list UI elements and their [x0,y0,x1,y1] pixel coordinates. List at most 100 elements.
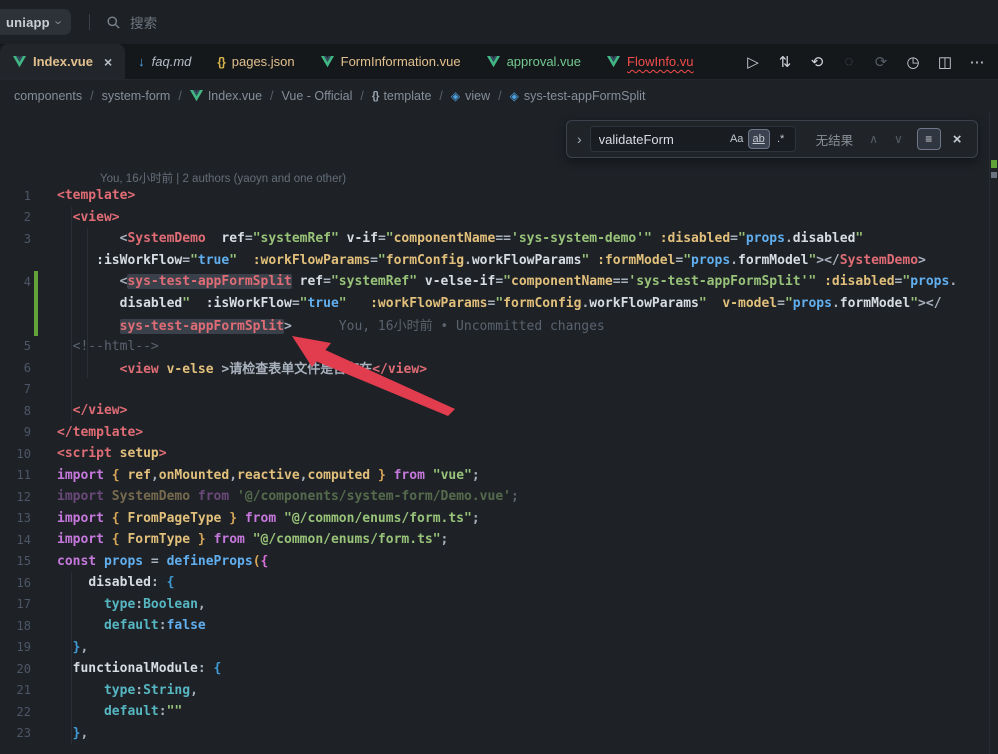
code-line-22[interactable]: 22 default:"" [0,701,990,723]
editor-pane[interactable]: You, 16小时前 | 2 authors (yaoyn and one ot… [0,112,990,754]
code-text: <sys-test-appFormSplit ref="systemRef" v… [57,274,957,289]
code-line-8[interactable]: 8 </view> [0,400,990,422]
breadcrumb-item-Index.vue[interactable]: Index.vue [190,89,262,103]
breadcrumb-item-template[interactable]: {}template [372,89,432,103]
code-line-16[interactable]: 16 disabled: { [0,572,990,594]
code-line-19[interactable]: 19 }, [0,637,990,659]
code-area: 1<template>2 <view>3 <SystemDemo ref="sy… [0,185,990,744]
breadcrumb-separator: / [178,89,181,103]
code-text: import SystemDemo from '@/components/sys… [57,489,519,504]
search-placeholder: 搜索 [130,12,157,32]
editor-actions: ▷ ⇅ ⟲ ◌ ⟳ ◷ ◫ ⋯ [742,44,998,79]
split-editor-icon[interactable]: ◫ [934,51,956,73]
tab-pages.json[interactable]: {}pages.json [204,44,307,79]
code-text: import { ref,onMounted,reactive,computed… [57,468,480,483]
code-line-17[interactable]: 17 type:Boolean, [0,594,990,616]
line-number: 15 [0,554,31,568]
breadcrumb-separator: / [439,89,442,103]
vue-icon [190,90,203,102]
line-number: 10 [0,447,31,461]
breadcrumb-separator: / [270,89,273,103]
more-actions-icon[interactable]: ⋯ [966,51,988,73]
code-line-4[interactable]: 4 <sys-test-appFormSplit ref="systemRef"… [0,271,990,293]
find-close-button[interactable]: × [953,131,962,148]
code-line-21[interactable]: 21 type:String, [0,680,990,702]
vscode-window: uniapp › 搜索 Index.vue×↓faq.md{}pages.jso… [0,0,998,754]
code-line-7[interactable]: 7 [0,379,990,401]
code-line-23[interactable]: 23 }, [0,723,990,745]
code-line-11[interactable]: 11 import { ref,onMounted,reactive,comput… [0,465,990,487]
git-compare-icon[interactable]: ⇅ [774,51,796,73]
run-back-icon[interactable]: ⟲ [806,51,828,73]
markdown-icon: ↓ [138,54,145,69]
breadcrumb-item-system-form[interactable]: system-form [102,89,171,103]
breadcrumb-item-sys-test-appFormSplit[interactable]: ◈sys-test-appFormSplit [510,89,646,103]
find-input[interactable] [599,132,726,147]
ruler-highlight-mark [991,172,997,178]
breadcrumb-label: components [14,89,82,103]
match-case-toggle[interactable]: Aa [726,129,748,149]
code-line-13[interactable]: 13import { FromPageType } from "@/common… [0,508,990,530]
git-blame-annotation: You, 16小时前 | 2 authors (yaoyn and one ot… [100,170,346,186]
breakpoint-circle-icon[interactable]: ◌ [838,51,860,73]
app-menu-button[interactable]: uniapp › [0,9,71,35]
breadcrumb-label: view [465,89,490,103]
vue-icon [487,56,500,68]
code-line-10[interactable]: 10<script setup> [0,443,990,465]
code-text: :isWorkFlow="true" :workFlowParams="form… [57,253,926,268]
code-line-12[interactable]: 12 import SystemDemo from '@/components/s… [0,486,990,508]
regex-toggle[interactable]: .* [770,129,792,149]
code-line-wrap[interactable]: :isWorkFlow="true" :workFlowParams="form… [0,250,990,272]
breadcrumb-item-components[interactable]: components [14,89,82,103]
line-number: 22 [0,705,31,719]
breadcrumb-item-Vue - Official[interactable]: Vue - Official [282,89,353,103]
whole-word-toggle[interactable]: ab [748,129,770,149]
find-previous-button[interactable]: ∧ [869,132,878,146]
code-text: const props = defineProps({ [57,554,268,569]
code-text: </template> [57,425,143,440]
tab-Index.vue[interactable]: Index.vue× [0,44,125,79]
code-text: type:Boolean, [57,597,206,612]
line-number: 11 [0,468,31,482]
code-line-1[interactable]: 1<template> [0,185,990,207]
code-line-2[interactable]: 2 <view> [0,207,990,229]
find-next-button[interactable]: ∨ [894,132,903,146]
code-text: import { FromPageType } from "@/common/e… [57,511,480,526]
breadcrumb-item-view[interactable]: ◈view [451,89,490,103]
tab-FlowInfo.vu[interactable]: FlowInfo.vu [594,44,706,79]
code-line-14[interactable]: 14import { FormType } from "@/common/enu… [0,529,990,551]
code-line-9[interactable]: 9</template> [0,422,990,444]
close-icon[interactable]: × [104,54,112,70]
code-text: <SystemDemo ref="systemRef" v-if="compon… [57,231,863,246]
timeline-icon[interactable]: ◷ [902,51,924,73]
indent-guide [71,572,72,744]
tab-approval.vue[interactable]: approval.vue [474,44,594,79]
breadcrumb-label: system-form [102,89,171,103]
symbol-element-icon: ◈ [510,89,519,103]
tab-bar: Index.vue×↓faq.md{}pages.jsonFormInforma… [0,44,998,80]
line-number: 12 [0,490,31,504]
code-line-20[interactable]: 20 functionalModule: { [0,658,990,680]
titlebar-search[interactable]: 搜索 [106,12,157,32]
tab-FormInformation.vue[interactable]: FormInformation.vue [308,44,474,79]
code-line-6[interactable]: 6 <view v-else >请检查表单文件是否存在</view> [0,357,990,379]
vue-icon [13,56,26,68]
find-input-box: Aa ab .* [590,126,796,152]
expand-replace-chevron-icon[interactable]: › [577,131,582,147]
git-modified-gutter-bar [34,293,38,315]
line-number: 20 [0,662,31,676]
code-line-15[interactable]: 15 const props = defineProps({ [0,551,990,573]
code-line-5[interactable]: 5 <!--html--> [0,336,990,358]
breadcrumb-label: Index.vue [208,89,262,103]
tab-faq.md[interactable]: ↓faq.md [125,44,204,79]
code-line-3[interactable]: 3 <SystemDemo ref="systemRef" v-if="comp… [0,228,990,250]
line-number: 6 [0,361,31,375]
code-line-wrap[interactable]: sys-test-appFormSplit> You, 16小时前 • Unco… [0,314,990,336]
code-line-18[interactable]: 18 default:false [0,615,990,637]
find-in-selection-toggle[interactable]: ≡ [917,128,941,150]
run-forward-icon[interactable]: ⟳ [870,51,892,73]
code-line-wrap[interactable]: disabled" :isWorkFlow="true" :workFlowPa… [0,293,990,315]
tab-label: approval.vue [507,54,581,69]
run-icon[interactable]: ▷ [742,51,764,73]
line-number: 1 [0,189,31,203]
